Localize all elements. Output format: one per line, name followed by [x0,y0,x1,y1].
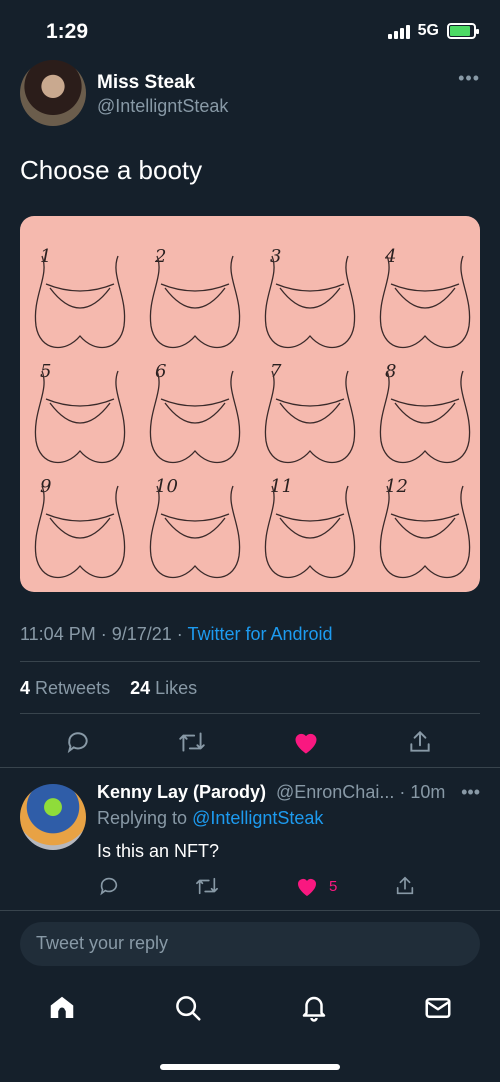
more-options-icon[interactable]: ••• [458,68,480,89]
divider [0,767,500,768]
status-icons: 5G [387,22,479,40]
reply-like-button[interactable]: 5 [295,874,337,898]
divider [0,910,500,911]
booty-sketch-6: 6 [149,361,241,464]
booty-sketch-9: 9 [34,476,126,579]
reply-retweet-icon[interactable] [194,874,220,898]
search-icon[interactable] [171,991,205,1025]
reply-compose-input[interactable]: Tweet your reply [20,922,480,966]
retweets-count[interactable]: 4 [20,678,30,698]
likes-count[interactable]: 24 [130,678,150,698]
retweet-icon[interactable] [174,724,210,760]
replying-to: Replying to @IntelligntSteak [97,808,323,829]
reply-like-count: 5 [329,877,338,895]
tweet-source[interactable]: Twitter for Android [187,624,332,644]
signal-icon [387,23,410,39]
reply-share-icon[interactable] [394,874,416,898]
booty-sketch-11: 11 [264,476,356,579]
compose-placeholder: Tweet your reply [36,933,169,953]
reply-more-options-icon[interactable]: ••• [461,782,480,803]
battery-icon [447,23,479,39]
tab-bar [0,985,500,1035]
reply-icon[interactable] [60,724,96,760]
booty-sketch-7: 7 [264,361,356,464]
author-avatar[interactable] [20,60,86,126]
booty-chart-illustration: 1 2 3 45 6 7 89 10 11 12 [34,246,471,579]
like-icon[interactable] [288,724,324,760]
reply-text: Is this an NFT? [97,841,220,861]
booty-sketch-10: 10 [149,476,241,579]
booty-sketch-4: 4 [379,246,471,349]
booty-sketch-3: 3 [264,246,356,349]
share-icon[interactable] [402,724,438,760]
tweet-text: Choose a booty [20,155,203,185]
sketch-label: 4 [384,246,396,267]
replying-prefix: Replying to [97,808,193,828]
status-bar: 1:29 5G [0,0,500,60]
booty-sketch-2: 2 [149,246,241,349]
reply-reply-icon[interactable] [98,874,120,898]
author-name[interactable]: Miss Steak [97,72,195,94]
tweet-timestamp: 11:04 PM · 9/17/21 · [20,624,188,644]
retweets-label[interactable]: Retweets [35,678,110,698]
tweet-header: Miss Steak @IntelligntSteak ••• [20,60,480,130]
divider [20,661,480,662]
status-time: 1:29 [46,20,89,43]
reply-author-handle[interactable]: @EnronChai... · 10m [276,782,445,803]
replying-to-mention[interactable]: @IntelligntSteak [192,808,323,828]
tweet-stats: 4 Retweets 24 Likes [20,678,197,699]
sketch-label: 2 [154,246,166,267]
reply-author-name[interactable]: Kenny Lay (Parody) [97,782,266,803]
booty-sketch-1: 1 [34,246,126,349]
divider [20,713,480,714]
booty-sketch-5: 5 [34,361,126,464]
reply-author-avatar[interactable] [20,784,86,850]
likes-label[interactable]: Likes [155,678,197,698]
tweet-actions [0,724,500,760]
tweet-image[interactable]: 1 2 3 4 5 6 7 8 9 10 11 12 [20,216,480,592]
tweet-meta: 11:04 PM · 9/17/21 · Twitter for Android [20,624,333,645]
booty-sketch-8: 8 [379,361,471,464]
mail-icon[interactable] [421,991,455,1025]
booty-sketch-12: 12 [379,476,471,579]
reply-tweet[interactable]: Kenny Lay (Parody) @EnronChai... · 10m •… [0,770,500,910]
home-indicator [160,1064,340,1070]
bell-icon[interactable] [297,991,331,1025]
reply-like-icon[interactable] [295,875,319,897]
home-icon[interactable] [45,991,79,1025]
network-type: 5G [417,22,439,39]
author-handle[interactable]: @IntelligntSteak [97,96,228,117]
